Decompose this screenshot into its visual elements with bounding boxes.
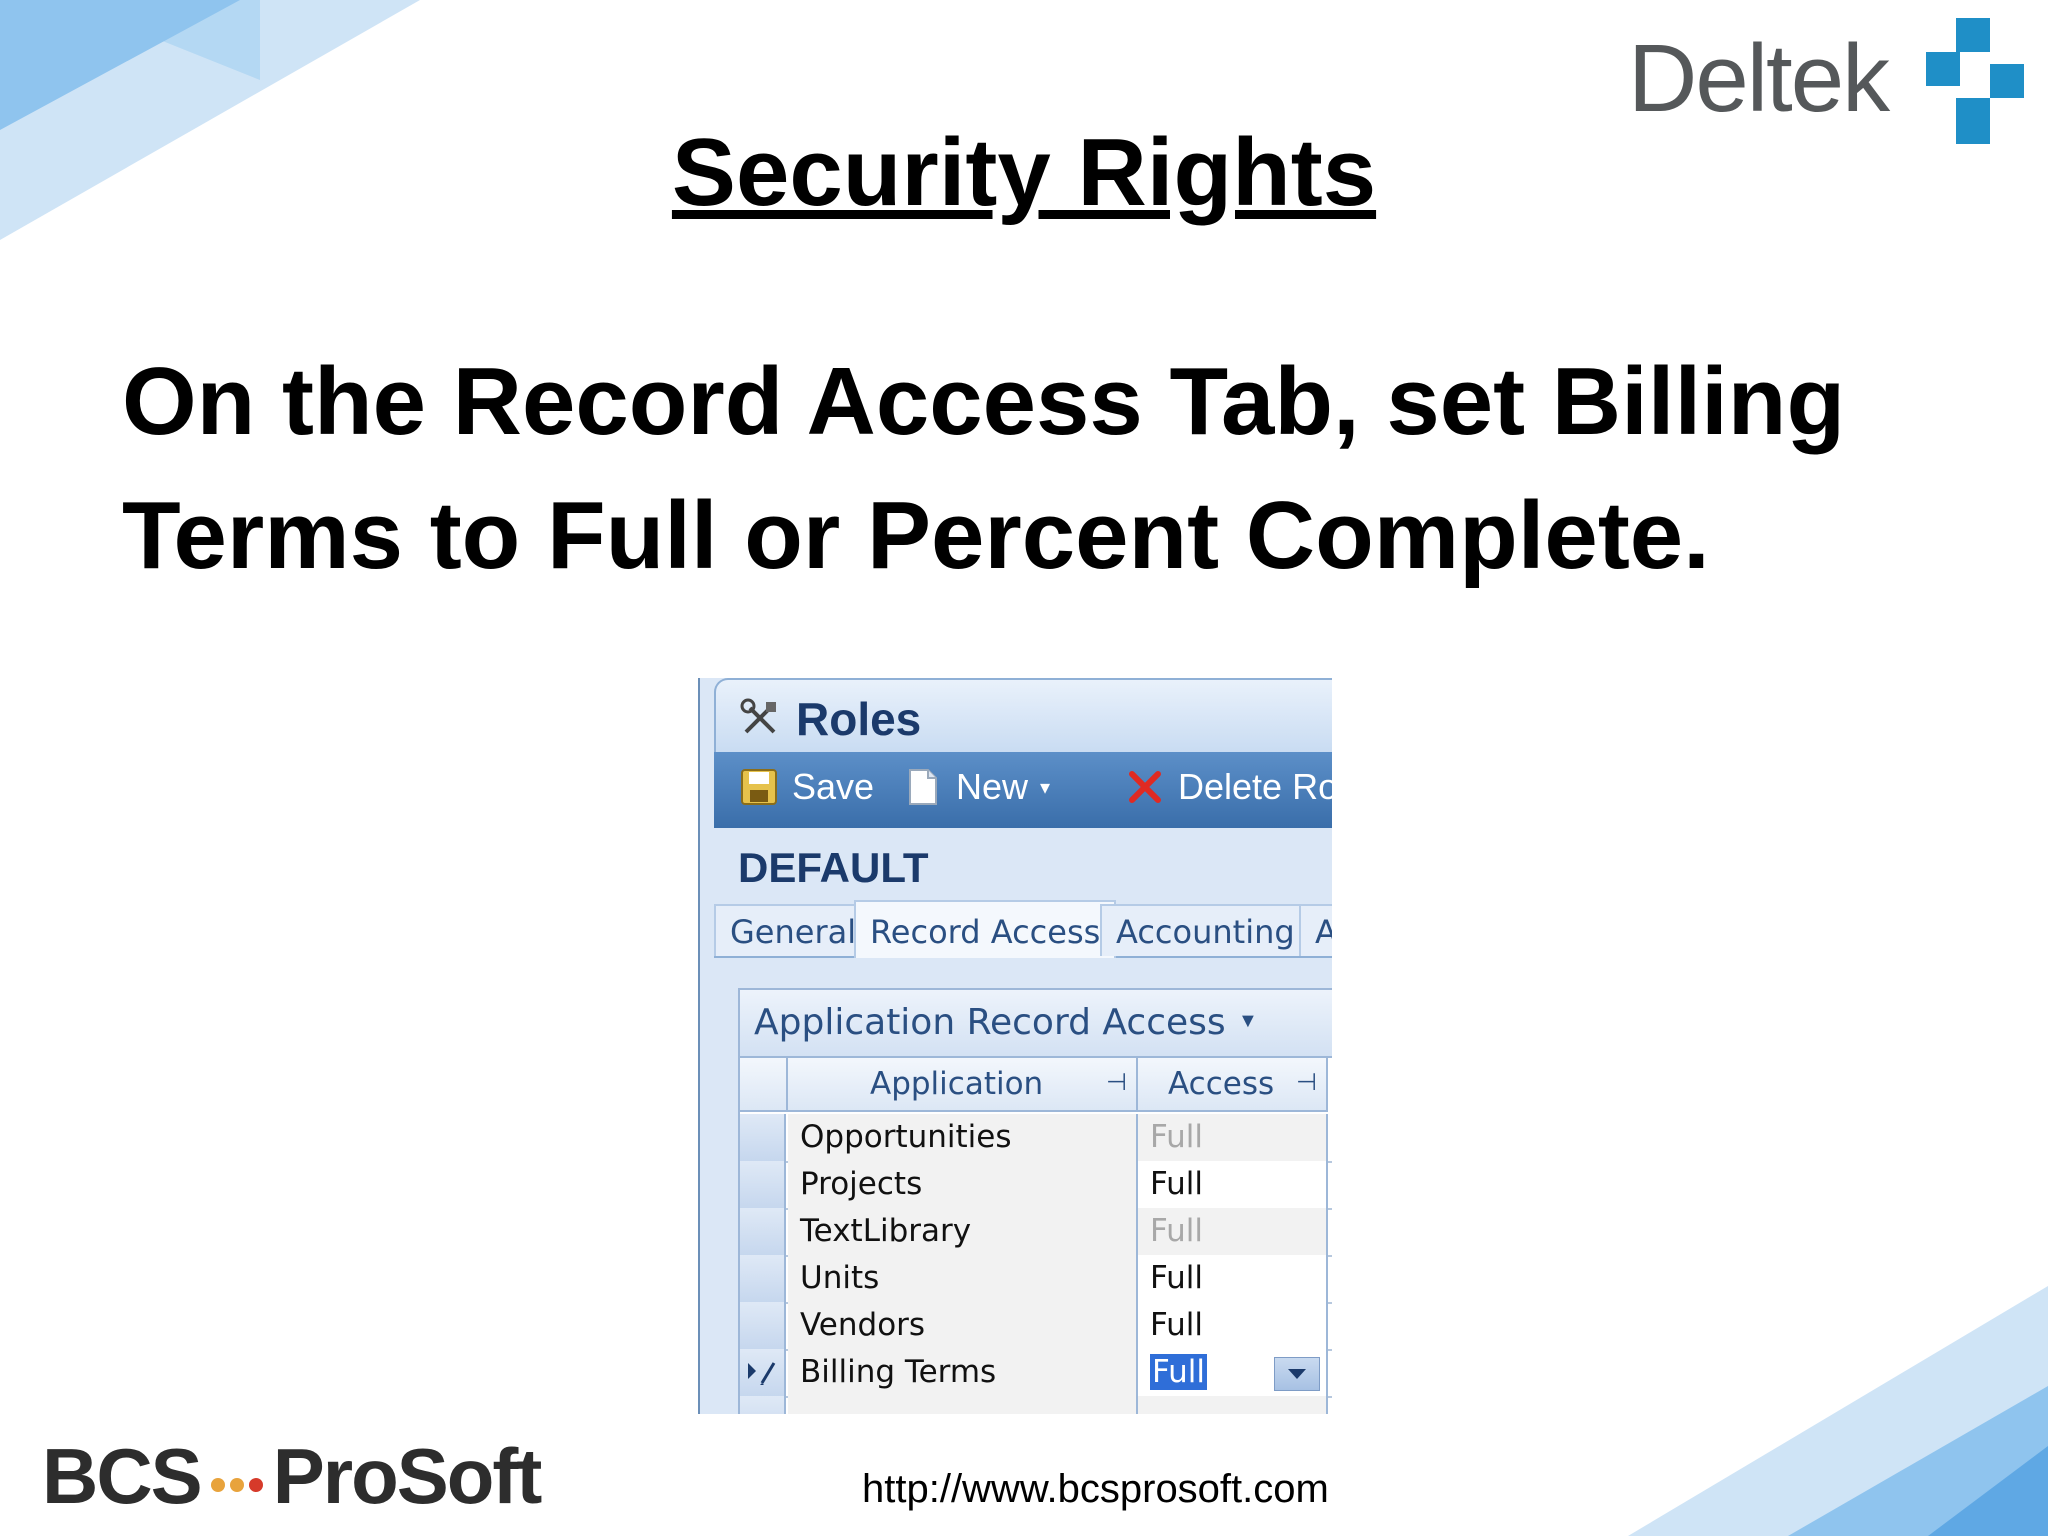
- delete-x-icon: [1129, 771, 1161, 803]
- access-dropdown[interactable]: Full: [1138, 1349, 1328, 1396]
- application-cell: [788, 1396, 1138, 1414]
- row-selector[interactable]: [740, 1302, 786, 1349]
- application-record-access-grid: Application Record Access ▼ Application …: [738, 988, 1332, 1414]
- access-dropdown-value[interactable]: Full: [1150, 1354, 1208, 1390]
- application-cell: Projects: [788, 1161, 1138, 1208]
- logo-dot: [229, 1478, 244, 1492]
- slide-body-line-1: On the Record Access Tab, set Billing: [122, 348, 1846, 455]
- table-row[interactable]: TextLibrary Full: [740, 1208, 1332, 1257]
- tab-accounting[interactable]: Accounting: [1100, 904, 1311, 956]
- new-document-icon: [909, 769, 937, 805]
- grid-title-bar[interactable]: Application Record Access ▼: [740, 990, 1332, 1058]
- column-header-access[interactable]: Access ⊣: [1138, 1058, 1328, 1112]
- roles-header: Roles: [714, 678, 1332, 752]
- corner-decoration-bottom-right-inner: [1928, 1446, 2048, 1536]
- pin-icon[interactable]: ⊣: [1296, 1068, 1317, 1096]
- floppy-disk-icon: [741, 769, 777, 805]
- table-row[interactable]: Opportunities Full: [740, 1114, 1332, 1163]
- bcs-prosoft-logo: BCS ProSoft: [42, 1432, 542, 1520]
- tab-general[interactable]: General: [714, 904, 873, 956]
- tab-more[interactable]: Ac: [1299, 904, 1332, 956]
- footer-url[interactable]: http://www.bcsprosoft.com: [862, 1467, 1329, 1512]
- role-name: DEFAULT: [738, 844, 929, 891]
- access-cell: [1138, 1396, 1328, 1414]
- chevron-down-icon[interactable]: ▾: [1040, 775, 1050, 800]
- row-selector[interactable]: [740, 1208, 786, 1255]
- dropdown-arrow-icon[interactable]: [1274, 1357, 1320, 1391]
- pin-icon[interactable]: ⊣: [1106, 1068, 1127, 1096]
- row-selector[interactable]: [740, 1255, 786, 1302]
- access-cell: Full: [1138, 1114, 1328, 1161]
- slide-title: Security Rights: [671, 119, 1377, 226]
- delete-role-button[interactable]: Delete Rol: [1126, 766, 1332, 808]
- column-header-application[interactable]: Application ⊣: [788, 1058, 1138, 1112]
- row-selector-editing[interactable]: [740, 1349, 786, 1396]
- row-selector-header: [740, 1058, 788, 1112]
- roles-toolbar: Save New ▾ Delete Rol: [714, 752, 1332, 828]
- table-row-selected[interactable]: Billing Terms Full: [740, 1349, 1332, 1398]
- role-tabs: General Record Access Accounting Ac: [714, 900, 1332, 958]
- logo-dot: [248, 1478, 263, 1492]
- row-selector[interactable]: [740, 1161, 786, 1208]
- table-row[interactable]: Units Full: [740, 1255, 1332, 1304]
- slide-body-line-2: Terms to Full or Percent Complete.: [122, 482, 1710, 589]
- row-selector[interactable]: [740, 1114, 786, 1161]
- logo-dots-icon: [210, 1478, 263, 1492]
- corner-decoration-top-left-inner: [0, 0, 240, 130]
- save-button-label: Save: [792, 766, 875, 807]
- access-cell: Full: [1138, 1208, 1328, 1255]
- column-header-application-label: Application: [870, 1066, 1044, 1102]
- application-cell: Opportunities: [788, 1114, 1138, 1161]
- column-header-access-label: Access: [1168, 1066, 1275, 1102]
- roles-screenshot: Roles Save New ▾ Delete Rol DEFAULT Gene…: [698, 678, 1332, 1414]
- application-cell: Billing Terms: [788, 1349, 1138, 1396]
- tools-icon: [740, 698, 776, 734]
- access-cell[interactable]: Full: [1138, 1302, 1328, 1349]
- bcs-logo-text: BCS: [42, 1431, 203, 1520]
- prosoft-logo-text: ProSoft: [272, 1431, 543, 1520]
- access-cell[interactable]: Full: [1138, 1161, 1328, 1208]
- tab-record-access[interactable]: Record Access: [854, 900, 1117, 958]
- edit-pencil-icon: [748, 1362, 776, 1385]
- grid-title: Application Record Access: [754, 1002, 1226, 1043]
- slide-body-text: On the Record Access Tab, set Billing Te…: [122, 335, 1922, 603]
- application-cell: Vendors: [788, 1302, 1138, 1349]
- delete-role-button-label: Delete Rol: [1178, 766, 1332, 807]
- access-cell[interactable]: Full: [1138, 1255, 1328, 1302]
- table-row-partial[interactable]: [740, 1396, 1332, 1414]
- table-row[interactable]: Projects Full: [740, 1161, 1332, 1210]
- new-button-label: New: [956, 766, 1029, 807]
- roles-title: Roles: [796, 693, 922, 745]
- application-cell: TextLibrary: [788, 1208, 1138, 1255]
- row-selector[interactable]: [740, 1396, 786, 1414]
- application-cell: Units: [788, 1255, 1138, 1302]
- new-button[interactable]: New ▾: [904, 766, 1050, 808]
- table-row[interactable]: Vendors Full: [740, 1302, 1332, 1351]
- logo-dot: [210, 1478, 225, 1492]
- save-button[interactable]: Save: [740, 766, 874, 808]
- chevron-down-icon[interactable]: ▼: [1238, 1010, 1258, 1033]
